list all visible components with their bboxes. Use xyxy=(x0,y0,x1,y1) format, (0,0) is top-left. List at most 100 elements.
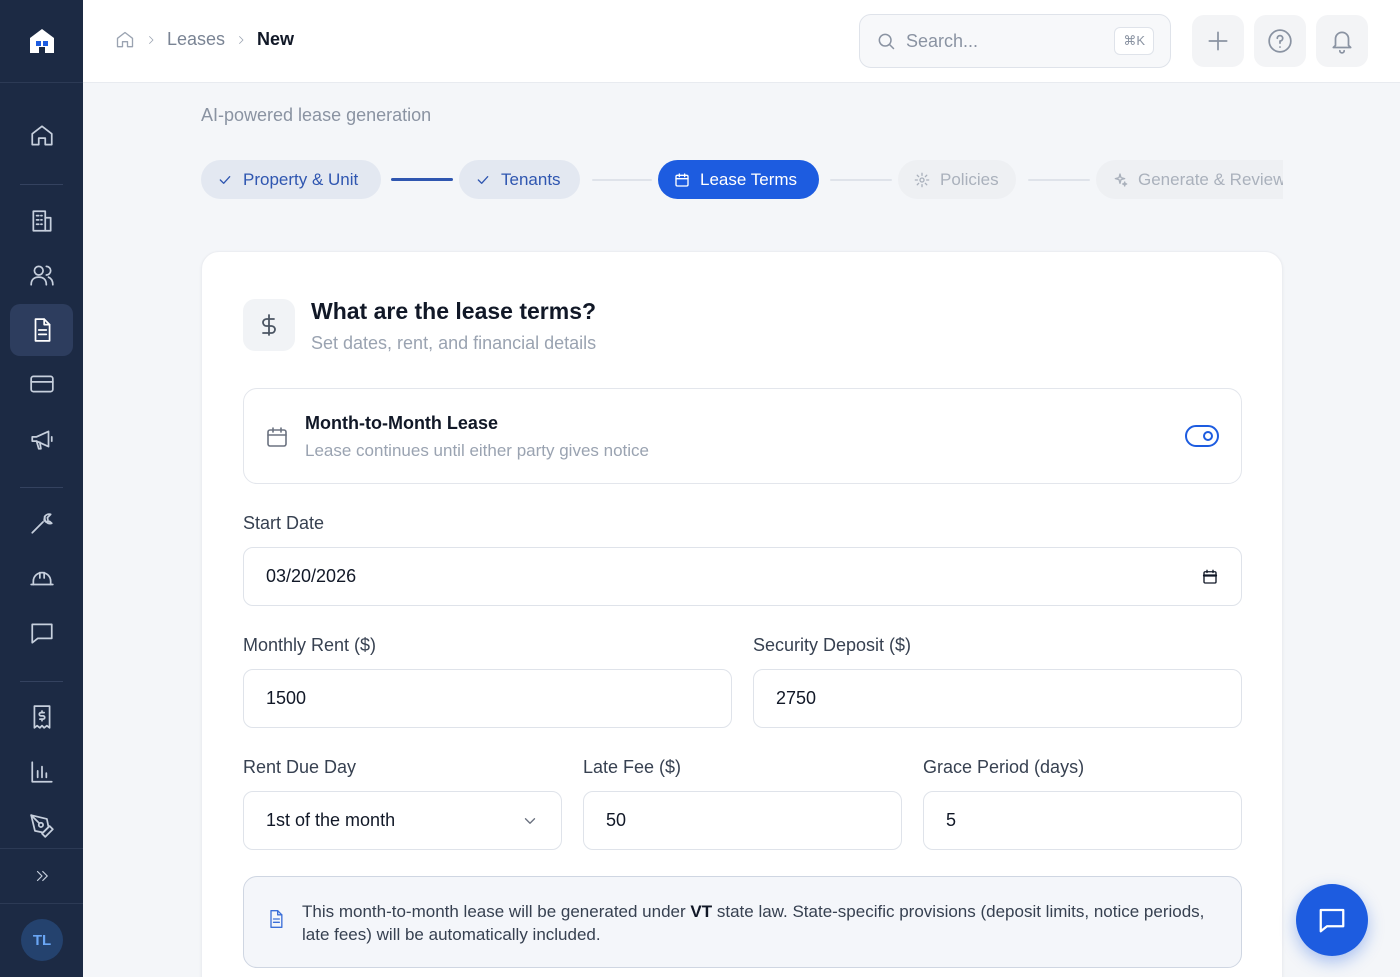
chat-button[interactable] xyxy=(1296,884,1368,956)
sidebar-item-maintenance[interactable] xyxy=(10,497,73,549)
month-to-month-toggle[interactable] xyxy=(1185,425,1219,447)
search-input[interactable] xyxy=(906,30,1096,52)
grace-period-value: 5 xyxy=(946,810,957,830)
monthly-rent-field[interactable]: 1500 xyxy=(243,669,732,728)
state-law-notice: This month-to-month lease will be genera… xyxy=(243,876,1242,968)
user-avatar[interactable]: TL xyxy=(21,919,63,961)
security-deposit-value: 2750 xyxy=(776,688,817,708)
check-icon xyxy=(219,175,231,184)
plus-icon xyxy=(1208,31,1228,51)
app-logo[interactable] xyxy=(0,0,83,83)
grace-period-field[interactable]: 5 xyxy=(923,791,1242,850)
late-fee-value: 50 xyxy=(606,810,627,830)
page-subtitle: AI-powered lease generation xyxy=(201,105,432,125)
step-connector xyxy=(391,178,453,181)
chevron-right-icon xyxy=(149,35,154,44)
sidebar-item-vendors[interactable] xyxy=(10,552,73,604)
house-logo-icon xyxy=(29,29,54,53)
sidebar-item-properties[interactable] xyxy=(10,195,73,247)
rent-due-day-select[interactable]: 1st of the month xyxy=(243,791,562,850)
breadcrumb-current: New xyxy=(257,29,295,49)
message-icon xyxy=(1319,908,1345,933)
credit-card-icon xyxy=(29,375,54,393)
step-connector xyxy=(1028,179,1090,181)
notice-text: This month-to-month lease will be genera… xyxy=(302,902,1205,944)
step-lease-terms[interactable]: Lease Terms xyxy=(658,160,819,199)
search-shortcut-badge: ⌘K xyxy=(1114,27,1154,55)
document-icon xyxy=(270,910,283,928)
sidebar-item-leases[interactable] xyxy=(10,304,73,356)
users-icon xyxy=(29,265,54,286)
receipt-icon xyxy=(33,705,50,729)
step-policies[interactable]: Policies xyxy=(898,160,1016,199)
sidebar-item-reports[interactable] xyxy=(10,746,73,798)
late-fee-label: Late Fee ($) xyxy=(583,757,682,777)
check-icon xyxy=(477,175,489,184)
add-button[interactable] xyxy=(1192,15,1244,67)
dollar-icon-box xyxy=(243,299,295,351)
month-to-month-title: Month-to-Month Lease xyxy=(305,413,498,433)
sidebar-item-tenants[interactable] xyxy=(10,249,73,301)
sidebar-item-esign[interactable] xyxy=(10,800,73,852)
month-to-month-subtitle: Lease continues until either party gives… xyxy=(305,441,649,460)
sidebar-item-marketing[interactable] xyxy=(10,413,73,465)
calendar-picker-icon[interactable] xyxy=(1201,568,1219,586)
grace-period-label: Grace Period (days) xyxy=(923,757,1085,777)
megaphone-icon xyxy=(30,430,53,450)
sidebar-expand-button[interactable] xyxy=(0,848,83,904)
step-generate-review[interactable]: Generate & Review xyxy=(1096,160,1283,199)
calendar-icon xyxy=(267,427,287,447)
start-date-value: 03/20/2026 xyxy=(266,566,357,586)
help-icon xyxy=(1268,29,1292,53)
sidebar: TL xyxy=(0,0,83,977)
step-property-unit[interactable]: Property & Unit xyxy=(201,160,381,199)
home-icon[interactable] xyxy=(115,30,135,50)
step-tenants[interactable]: Tenants xyxy=(459,160,580,199)
sidebar-item-home[interactable] xyxy=(10,110,73,162)
building-icon xyxy=(31,210,52,232)
help-button[interactable] xyxy=(1254,15,1306,67)
monthly-rent-label: Monthly Rent ($) xyxy=(243,635,377,655)
start-date-label: Start Date xyxy=(243,513,325,533)
security-deposit-field[interactable]: 2750 xyxy=(753,669,1242,728)
monthly-rent-value: 1500 xyxy=(266,688,307,708)
notice-state: VT xyxy=(690,902,713,921)
card-subtitle: Set dates, rent, and financial details xyxy=(311,333,597,353)
calendar-icon xyxy=(675,172,689,187)
top-bar: Leases New ⌘K xyxy=(83,0,1400,83)
document-icon xyxy=(34,318,50,342)
notifications-button[interactable] xyxy=(1316,15,1368,67)
late-fee-field[interactable]: 50 xyxy=(583,791,902,850)
breadcrumb: Leases New xyxy=(115,29,294,50)
chart-icon xyxy=(30,761,53,783)
security-deposit-label: Security Deposit ($) xyxy=(753,635,912,655)
breadcrumb-leases[interactable]: Leases xyxy=(167,29,225,50)
step-connector xyxy=(592,179,652,181)
hard-hat-icon xyxy=(29,571,54,586)
card-title: What are the lease terms? xyxy=(311,298,597,324)
search-icon xyxy=(878,33,895,50)
sparkles-icon xyxy=(1114,172,1128,187)
pen-tool-icon xyxy=(29,814,54,838)
sidebar-item-messages[interactable] xyxy=(10,607,73,659)
start-date-field[interactable]: 03/20/2026 xyxy=(243,547,1242,606)
step-connector xyxy=(830,179,892,181)
sidebar-item-payments[interactable] xyxy=(10,358,73,410)
rent-due-day-value: 1st of the month xyxy=(266,810,396,830)
toggle-knob xyxy=(1203,431,1213,441)
dollar-icon xyxy=(262,314,276,336)
sidebar-item-accounting[interactable] xyxy=(10,691,73,743)
search-box[interactable]: ⌘K xyxy=(859,14,1171,68)
chevrons-right-icon xyxy=(36,870,48,882)
chevron-right-icon xyxy=(239,35,244,44)
wrench-icon xyxy=(30,513,53,534)
rent-due-day-label: Rent Due Day xyxy=(243,757,357,777)
step-generate-review-clip: Generate & Review xyxy=(1096,160,1283,199)
bell-icon xyxy=(1332,31,1352,54)
lease-terms-card: What are the lease terms? Set dates, ren… xyxy=(201,251,1283,977)
gear-icon xyxy=(914,172,930,187)
message-icon xyxy=(30,623,53,644)
chevron-down-icon xyxy=(524,817,536,824)
month-to-month-option: Month-to-Month Lease Lease continues unt… xyxy=(243,388,1242,484)
home-icon xyxy=(30,125,53,146)
